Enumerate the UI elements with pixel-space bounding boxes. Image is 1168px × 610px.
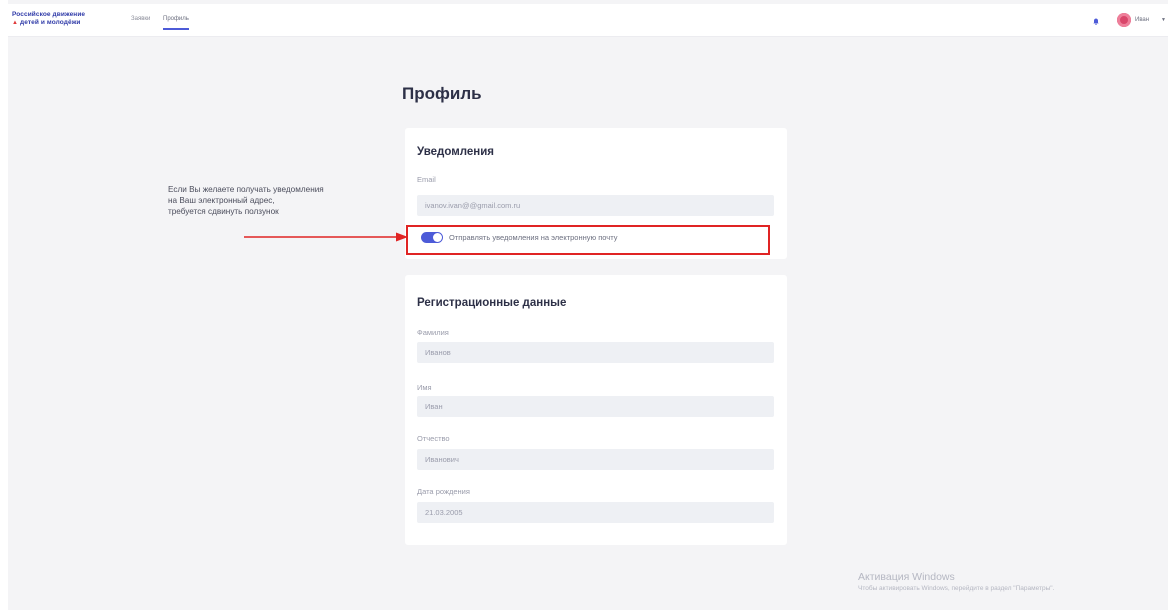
app-window: Российское движение ▲ детей и молодёжи За… — [8, 0, 1168, 610]
watermark-title: Активация Windows — [858, 571, 955, 583]
first-name-label: Имя — [417, 383, 432, 392]
toggle-highlight-box — [406, 225, 770, 255]
nav-link-applications[interactable]: Заявки — [131, 16, 150, 28]
watermark-subtitle: Чтобы активировать Windows, перейдите в … — [858, 585, 1055, 592]
annotation-line-1: Если Вы желаете получать уведомления — [168, 185, 324, 194]
email-field[interactable]: ivanov.ivan@@gmail.com.ru — [417, 195, 774, 216]
logo[interactable]: Российское движение ▲ детей и молодёжи — [12, 11, 122, 27]
logo-line-1: Российское движение — [12, 11, 86, 18]
page-title: Профиль — [402, 84, 482, 103]
annotation-line-2: на Ваш электронный адрес, — [168, 196, 275, 205]
top-navigation-bar: Российское движение ▲ детей и молодёжи За… — [8, 4, 1168, 37]
instruction-annotation: Если Вы желаете получать уведомления на … — [168, 184, 408, 217]
chevron-down-icon[interactable]: ▼ — [1161, 17, 1166, 23]
annotation-arrow-icon — [244, 232, 408, 242]
logo-mark-icon: ▲ — [12, 20, 19, 26]
logo-line-2: детей и молодёжи — [20, 19, 81, 26]
registration-title: Регистрационные данные — [417, 297, 567, 309]
bell-icon[interactable] — [1093, 18, 1099, 25]
annotation-line-3: требуется сдвинуть ползунок — [168, 207, 279, 216]
birth-date-field[interactable]: 21.03.2005 — [417, 502, 774, 523]
email-label: Email — [417, 175, 436, 184]
birth-date-label: Дата рождения — [417, 487, 470, 496]
windows-activation-watermark: Активация Windows Чтобы активировать Win… — [858, 571, 1054, 592]
registration-card: Регистрационные данные Фамилия Иванов Им… — [405, 275, 787, 545]
avatar[interactable] — [1117, 13, 1131, 27]
patronymic-field[interactable]: Иванович — [417, 449, 774, 470]
last-name-label: Фамилия — [417, 328, 449, 337]
last-name-field[interactable]: Иванов — [417, 342, 774, 363]
first-name-field[interactable]: Иван — [417, 396, 774, 417]
patronymic-label: Отчество — [417, 434, 450, 443]
nav-link-profile[interactable]: Профиль — [163, 16, 189, 30]
user-name[interactable]: Иван — [1135, 17, 1149, 23]
notifications-title: Уведомления — [417, 146, 494, 158]
